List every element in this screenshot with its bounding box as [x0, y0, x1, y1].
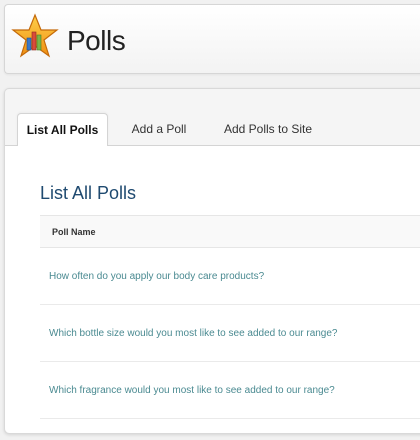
tab-bar: List All Polls Add a Poll Add Polls to S… [5, 89, 420, 147]
column-header-poll-name[interactable]: Poll Name [40, 215, 420, 248]
tab-content: List All Polls Poll Name How often do yo… [5, 146, 420, 433]
polls-panel: List All Polls Add a Poll Add Polls to S… [4, 88, 420, 434]
tab-add-a-poll[interactable]: Add a Poll [117, 113, 201, 146]
polls-star-chart-icon [11, 13, 59, 61]
table-row: Which fragrance would you most like to s… [40, 362, 420, 419]
table-row: How often do you apply our body care pro… [40, 248, 420, 305]
tab-list-all-polls[interactable]: List All Polls [17, 113, 108, 147]
tab-add-polls-to-site[interactable]: Add Polls to Site [208, 113, 328, 146]
section-heading: List All Polls [40, 183, 137, 203]
poll-link[interactable]: Which fragrance would you most like to s… [49, 385, 335, 396]
poll-link[interactable]: How often do you apply our body care pro… [49, 271, 264, 282]
page-title: Polls [67, 25, 126, 56]
table-row: Which bottle size would you most like to… [40, 305, 420, 362]
poll-link[interactable]: Which bottle size would you most like to… [49, 328, 338, 339]
polls-table: Poll Name How often do you apply our bod… [40, 215, 420, 419]
page-header: Polls [4, 4, 420, 74]
